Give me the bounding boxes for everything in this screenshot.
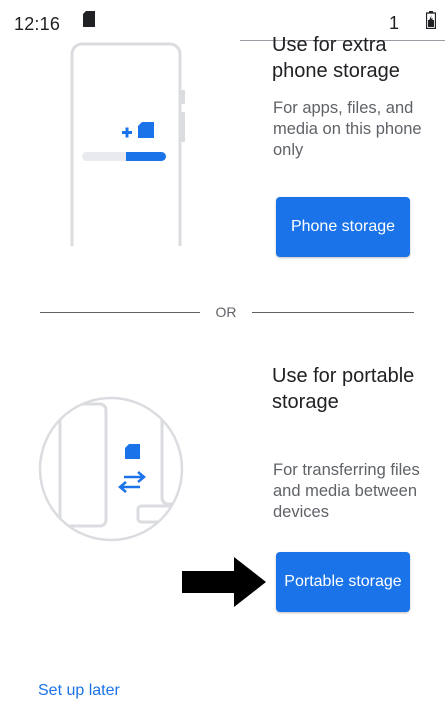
portable-storage-button-label: Portable storage [284,573,402,590]
phone-storage-illustration [60,42,190,251]
sd-card-status-icon [82,11,96,32]
portable-storage-description: For transferring files and media between… [273,461,420,521]
phone-storage-title: Use for extra phone storage [272,34,400,82]
phone-storage-button-label: Phone storage [290,218,396,235]
portable-storage-button[interactable]: Portable storage [276,552,410,612]
divider-line-right [252,312,414,313]
or-label: OR [215,304,237,320]
phone-storage-button[interactable]: Phone storage [276,197,410,257]
notification-count: 1 [389,13,400,33]
pointer-arrow-icon [182,557,266,612]
portable-storage-illustration [38,386,184,561]
divider-line-left [40,312,200,313]
status-time: 12:16 [14,14,61,34]
phone-storage-description: For apps, files, and media on this phone… [273,99,422,159]
portable-storage-title: Use for portable storage [272,365,415,413]
set-up-later-link[interactable]: Set up later [38,682,120,700]
battery-icon [425,11,437,34]
